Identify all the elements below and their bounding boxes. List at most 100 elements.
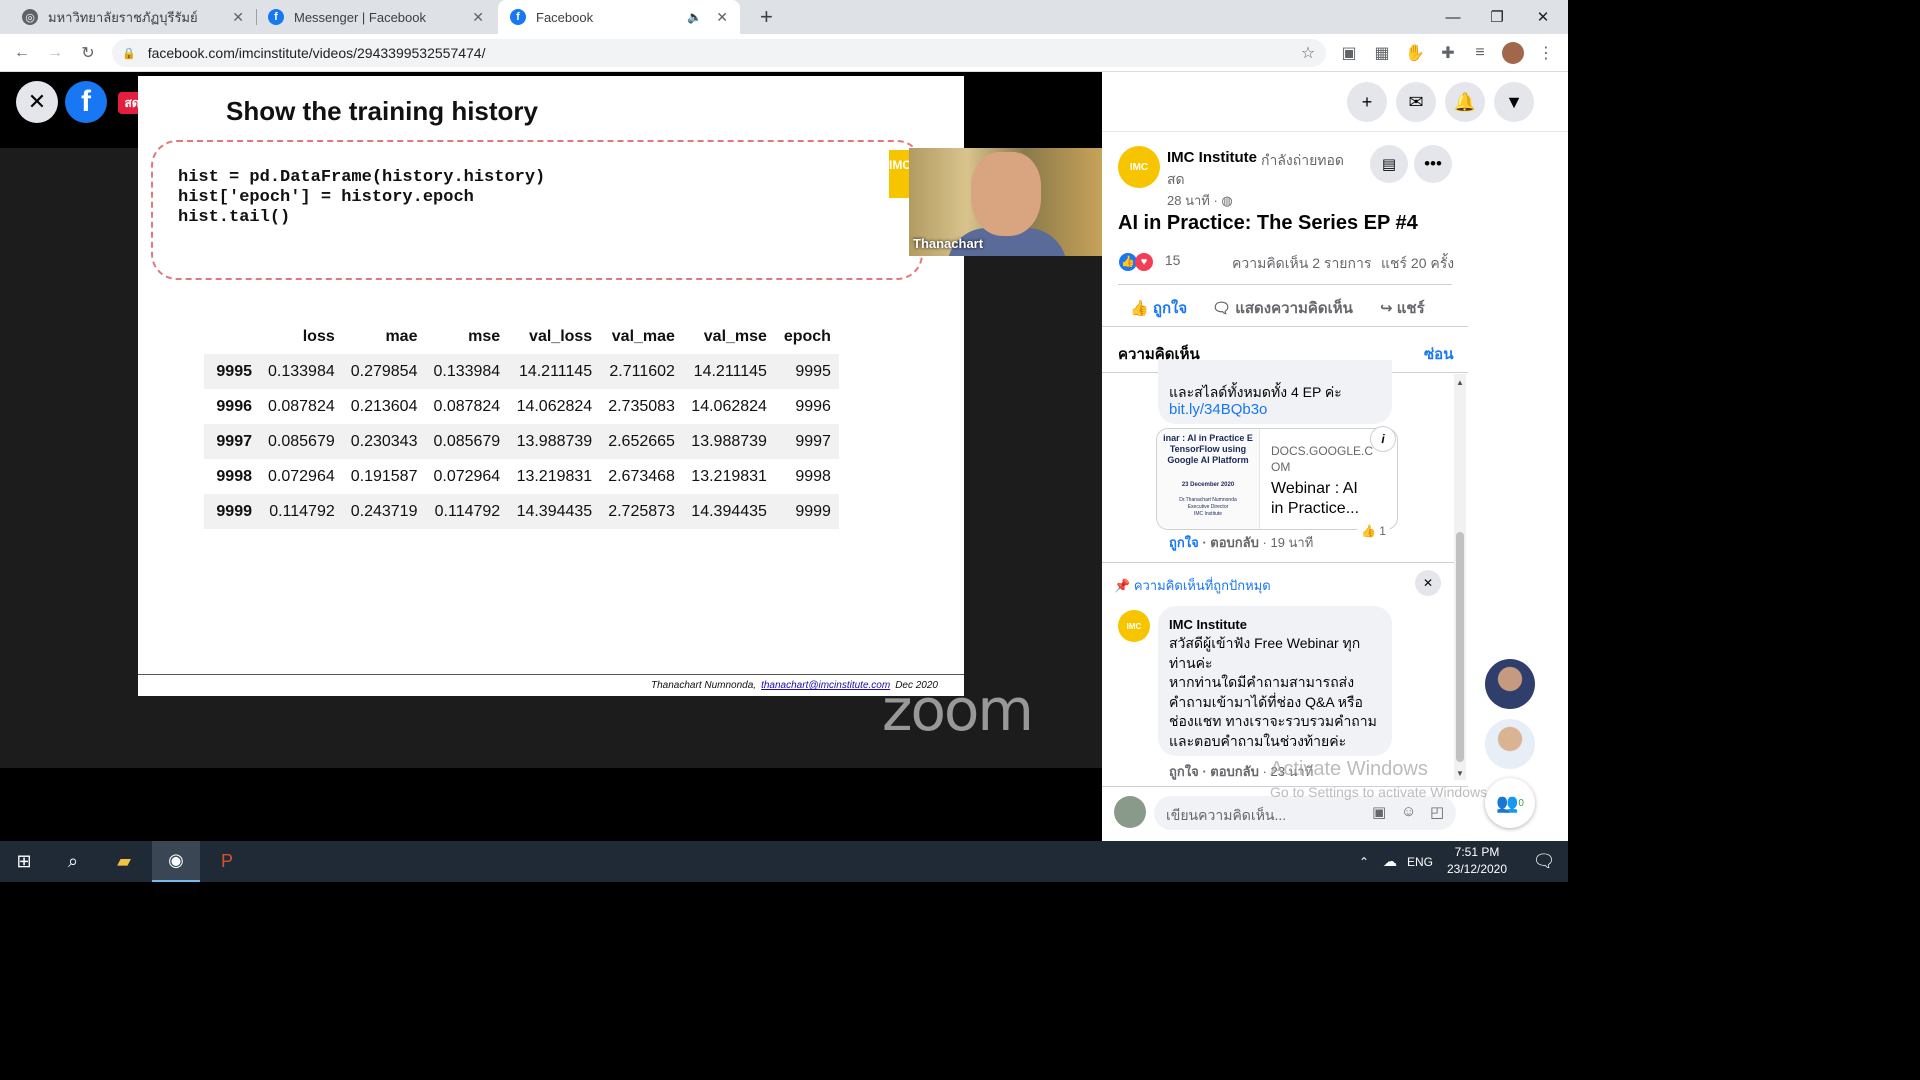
grid-extension-icon[interactable]: ▦ [1371, 42, 1393, 64]
like-button[interactable]: 👍 ถูกใจ [1130, 296, 1187, 320]
contact-avatar[interactable] [1485, 719, 1535, 769]
contact-avatar[interactable] [1485, 659, 1535, 709]
archive-button[interactable]: ▤ [1370, 145, 1408, 183]
chevron-up-icon[interactable]: ⌃ [1353, 841, 1375, 882]
table-cell: 9996 [216, 397, 252, 415]
puzzle-icon[interactable]: ✚ [1437, 42, 1459, 64]
picture-in-picture-icon[interactable]: ▣ [1338, 42, 1360, 64]
comment-like-link[interactable]: ถูกใจ [1169, 535, 1199, 550]
panel-header: + ✉ 🔔 ▼ [1102, 72, 1568, 132]
powerpoint-icon[interactable]: P [203, 841, 251, 882]
close-window-button[interactable]: ✕ [1520, 0, 1566, 34]
comment-button[interactable]: 🗨 แสดงความคิดเห็น [1212, 296, 1353, 320]
post-time-text: 28 นาที · [1167, 193, 1222, 208]
thumb-text: Google AI Platform [1167, 455, 1249, 465]
share-button[interactable]: ↪ แชร์ [1380, 296, 1425, 320]
tab-facebook[interactable]: f Facebook 🔈 ✕ [498, 0, 740, 34]
group-icon: 👥 [1496, 792, 1519, 813]
facebook-logo-icon[interactable]: f [65, 81, 107, 123]
tab-messenger[interactable]: f Messenger | Facebook ✕ [256, 0, 496, 34]
commenter-avatar[interactable]: IMC [1118, 610, 1150, 642]
divider [1102, 326, 1468, 327]
hide-comments-link[interactable]: ซ่อน [1424, 342, 1453, 366]
table-cell: 0.085679 [425, 424, 509, 459]
reload-icon[interactable]: ↻ [77, 42, 99, 64]
forward-icon[interactable]: → [44, 42, 66, 64]
language-indicator[interactable]: ENG [1404, 841, 1436, 882]
menu-kebab-icon[interactable]: ⋮ [1535, 42, 1557, 64]
comment-reply-link[interactable]: ตอบกลับ [1210, 764, 1259, 779]
link-domain: DOCS.GOOGLE.C OM [1271, 443, 1373, 475]
messenger-button[interactable]: ✉ [1396, 82, 1436, 122]
file-explorer-icon[interactable]: ▰ [100, 841, 148, 882]
speaker-icon[interactable]: 🔈 [687, 10, 702, 24]
pinned-comment-label: 📌 ความคิดเห็นที่ถูกปักหมุด [1114, 575, 1271, 596]
gif-icon[interactable]: ◰ [1430, 803, 1444, 821]
pinned-comment-author[interactable]: IMC Institute [1169, 617, 1247, 632]
emoji-icon[interactable]: ☺ [1401, 803, 1416, 820]
profile-avatar[interactable] [1502, 42, 1524, 64]
info-icon[interactable]: i [1370, 426, 1396, 452]
comment-like-link[interactable]: ถูกใจ [1169, 764, 1199, 779]
comments-count[interactable]: ความคิดเห็น 2 รายการ [1232, 253, 1371, 275]
reactions-summary[interactable]: 👍 ♥ 15 [1119, 252, 1180, 271]
more-options-button[interactable]: ••• [1414, 145, 1452, 183]
close-pinned-button[interactable]: ✕ [1415, 570, 1441, 596]
star-icon[interactable]: ☆ [1297, 42, 1319, 64]
table-cell: 9996 [795, 397, 831, 415]
new-tab-button[interactable]: + [748, 0, 782, 34]
love-reaction-icon: ♥ [1135, 253, 1153, 271]
close-icon: ✕ [27, 89, 47, 114]
close-icon[interactable]: ✕ [232, 9, 244, 26]
close-icon[interactable]: ✕ [472, 9, 484, 26]
table-cell: 0.114792 [425, 494, 509, 529]
close-icon[interactable]: ✕ [716, 9, 728, 26]
like-reaction-icon: 👍 [1361, 524, 1376, 538]
comment-reply-link[interactable]: ตอบกลับ [1210, 535, 1259, 550]
minimize-button[interactable]: — [1430, 0, 1476, 34]
table-cell: 2.673468 [608, 467, 675, 485]
table-header: val_loss [529, 328, 593, 345]
system-clock[interactable]: 7:51 PM 23/12/2020 [1440, 844, 1514, 878]
close-video-button[interactable]: ✕ [16, 81, 58, 123]
table-cell: 14.211145 [508, 354, 601, 389]
comment-link[interactable]: bit.ly/34BQb3o [1169, 401, 1267, 418]
scrollbar-thumb[interactable] [1456, 532, 1464, 762]
sticker-icon[interactable]: ▣ [1372, 803, 1386, 821]
table-cell: 0.114792 [260, 494, 343, 529]
chrome-icon[interactable]: ◉ [152, 841, 200, 882]
share-icon: ↪ [1380, 300, 1393, 317]
comments-scrollbar[interactable]: ▲ ▼ [1454, 374, 1466, 780]
page-avatar[interactable]: IMC [1118, 146, 1160, 188]
search-icon[interactable]: ⌕ [49, 841, 97, 882]
account-menu-button[interactable]: ▼ [1494, 82, 1534, 122]
hand-extension-icon[interactable]: ✋ [1404, 42, 1426, 64]
link-domain-line: OM [1271, 460, 1291, 474]
link-preview-card[interactable]: inar : AI in Practice E TensorFlow using… [1156, 428, 1398, 530]
tab-university[interactable]: ◎ มหาวิทยาลัยราชภัฏบุรีรัมย์ ✕ [10, 0, 256, 34]
reaction-count: 1 [1379, 524, 1386, 538]
back-icon[interactable]: ← [11, 42, 33, 64]
maximize-button[interactable]: ❐ [1474, 0, 1520, 34]
footer-email-link[interactable]: thanachart@imcinstitute.com [761, 680, 890, 691]
comment-input[interactable]: เขียนความคิดเห็น... ▣ ☺ ◰ [1154, 796, 1456, 830]
notifications-button[interactable]: 🔔 [1445, 82, 1485, 122]
notification-center-icon[interactable]: 🗨 [1520, 841, 1568, 882]
address-bar[interactable]: 🔒 facebook.com/imcinstitute/videos/29433… [112, 39, 1326, 67]
scroll-up-icon[interactable]: ▲ [1456, 378, 1464, 387]
windows-start-icon[interactable]: ⊞ [0, 841, 48, 882]
scroll-down-icon[interactable]: ▼ [1456, 769, 1464, 778]
onedrive-icon[interactable]: ☁ [1377, 841, 1403, 882]
comment-reaction-badge[interactable]: 👍 1 [1357, 523, 1390, 539]
table-cell: 0.133984 [425, 354, 509, 389]
globe-icon: ◍ [1221, 193, 1233, 208]
media-queue-icon[interactable]: ≡ [1469, 42, 1491, 64]
user-avatar[interactable] [1114, 796, 1146, 828]
create-button[interactable]: + [1347, 82, 1387, 122]
table-cell: 9995 [774, 354, 839, 389]
table-cell: 0.085679 [260, 424, 343, 459]
table-cell: 9999 [204, 494, 260, 529]
shares-count[interactable]: แชร์ 20 ครั้ง [1381, 253, 1454, 275]
group-chat-button[interactable]: 👥 0 [1485, 778, 1535, 828]
page-name[interactable]: IMC Institute [1167, 149, 1257, 166]
